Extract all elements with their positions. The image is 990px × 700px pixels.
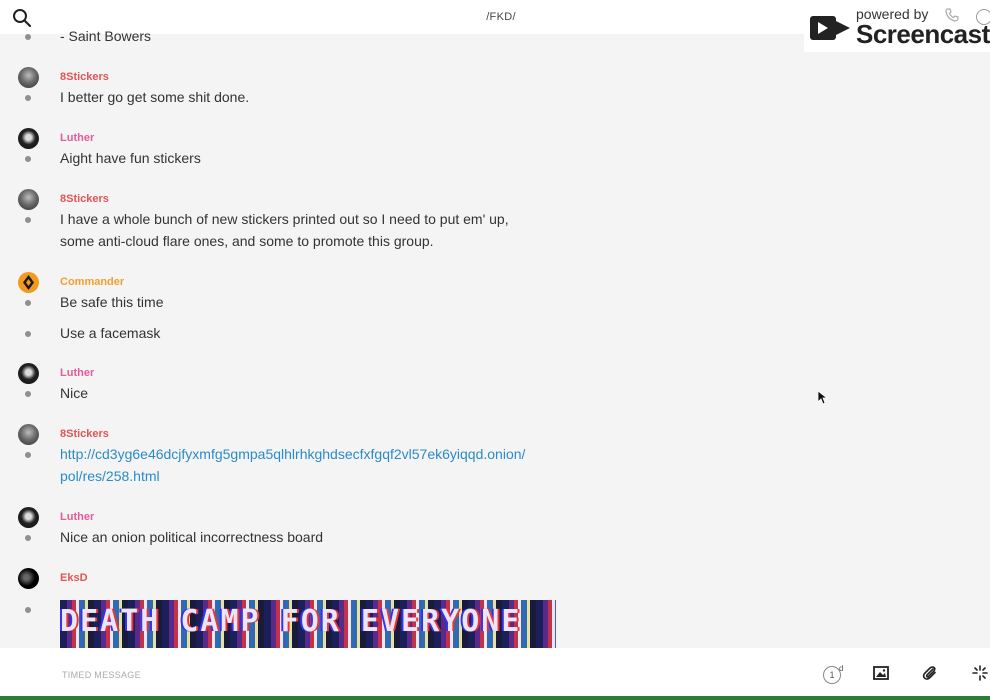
message-author[interactable]: Commander [60, 276, 124, 288]
message-bullet [25, 300, 31, 306]
timer-icon[interactable]: 1 d [823, 664, 845, 686]
avatar[interactable] [18, 507, 39, 528]
message-list[interactable]: - Saint Bowers 8Stickers I better go get… [0, 0, 990, 648]
message-link[interactable]: pol/res/258.html [60, 466, 160, 487]
message-composer: 1 d [0, 648, 990, 700]
message-author[interactable]: 8Stickers [60, 71, 109, 83]
message-bullet [25, 331, 31, 337]
sparkle-icon[interactable] [972, 665, 990, 683]
message-text: Nice [60, 385, 89, 401]
message-bullet [25, 34, 31, 40]
message-bullet [25, 391, 31, 397]
avatar[interactable] [18, 67, 39, 88]
message-text: - Saint Bowers [60, 28, 152, 44]
avatar[interactable] [18, 363, 39, 384]
image-caption: DEATH CAMP FOR EVERYONE [60, 604, 522, 639]
avatar[interactable] [18, 272, 39, 293]
message-author[interactable]: Luther [60, 511, 94, 523]
screencastify-logo-icon [808, 10, 852, 51]
bottom-accent-bar [0, 696, 990, 700]
screencastify-watermark: powered by Screencastify [804, 4, 990, 52]
image-icon[interactable] [873, 665, 891, 683]
message-link[interactable]: http://cd3yg6e46dcjfyxmfg5gmpa5qlhlrhkgh… [60, 444, 525, 465]
message-bullet [25, 535, 31, 541]
paperclip-icon[interactable] [922, 665, 940, 683]
message-bullet [25, 156, 31, 162]
message-author[interactable]: Luther [60, 132, 94, 144]
avatar[interactable] [18, 128, 39, 149]
mouse-cursor-icon [817, 390, 829, 410]
message-author[interactable]: 8Stickers [60, 428, 109, 440]
message-image[interactable]: DEATH CAMP FOR EVERYONE [60, 600, 556, 648]
message-author[interactable]: 8Stickers [60, 193, 109, 205]
avatar[interactable] [18, 424, 39, 445]
phone-icon[interactable] [945, 8, 959, 27]
message-input[interactable] [60, 664, 764, 686]
message-author[interactable]: EksD [60, 572, 88, 584]
message-author[interactable]: Luther [60, 367, 94, 379]
message-text: some anti-cloud flare ones, and some to … [60, 233, 434, 249]
message-text: I have a whole bunch of new stickers pri… [60, 211, 509, 227]
message-text: Nice an onion political incorrectness bo… [60, 529, 324, 545]
message-text: Aight have fun stickers [60, 150, 201, 166]
message-text: Be safe this time [60, 294, 164, 310]
message-bullet [25, 607, 31, 613]
avatar[interactable] [18, 189, 39, 210]
timer-unit: d [839, 664, 844, 673]
message-text: I better go get some shit done. [60, 89, 250, 105]
avatar[interactable] [18, 568, 39, 589]
message-bullet [25, 452, 31, 458]
watermark-brand: Screencastify [856, 19, 990, 49]
info-icon[interactable] [976, 9, 990, 25]
message-bullet [25, 217, 31, 223]
message-bullet [25, 95, 31, 101]
message-text: Use a facemask [60, 325, 161, 341]
